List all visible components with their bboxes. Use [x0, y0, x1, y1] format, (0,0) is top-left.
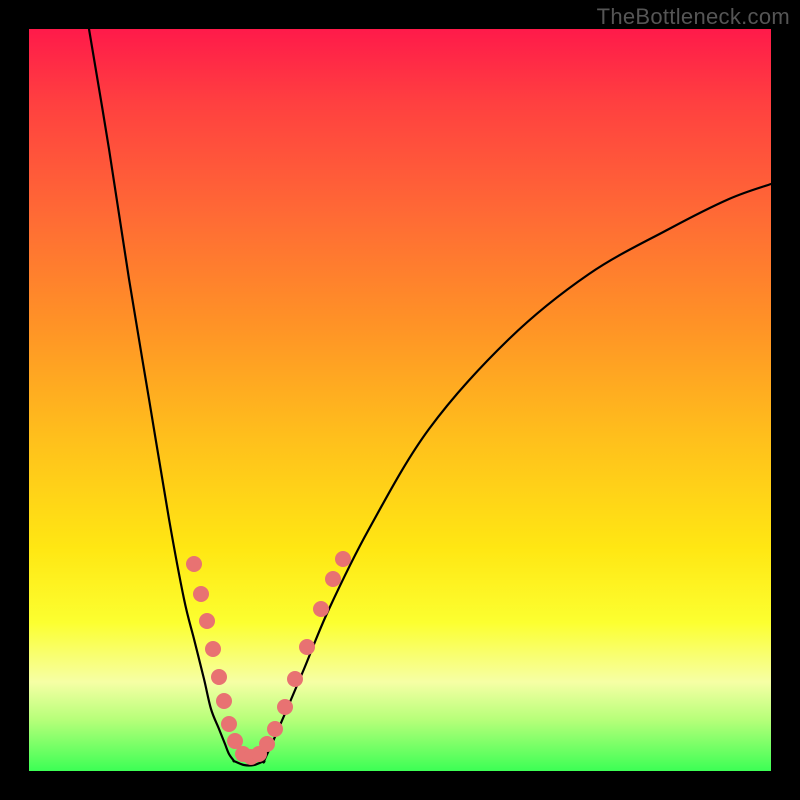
sample-dot	[335, 551, 351, 567]
sample-dot	[325, 571, 341, 587]
watermark-text: TheBottleneck.com	[597, 4, 790, 30]
sample-dot	[259, 736, 275, 752]
sample-dot	[221, 716, 237, 732]
sample-dot	[299, 639, 315, 655]
chart-plot-area	[29, 29, 771, 771]
sample-dot	[205, 641, 221, 657]
bottleneck-curve	[29, 29, 771, 771]
sample-dot	[199, 613, 215, 629]
sample-dot	[216, 693, 232, 709]
sample-dot	[193, 586, 209, 602]
sample-dot	[267, 721, 283, 737]
sample-dot	[211, 669, 227, 685]
curve-line	[89, 29, 771, 766]
sample-dot	[313, 601, 329, 617]
sample-dot	[186, 556, 202, 572]
sample-markers	[186, 551, 351, 765]
sample-dot	[287, 671, 303, 687]
sample-dot	[277, 699, 293, 715]
